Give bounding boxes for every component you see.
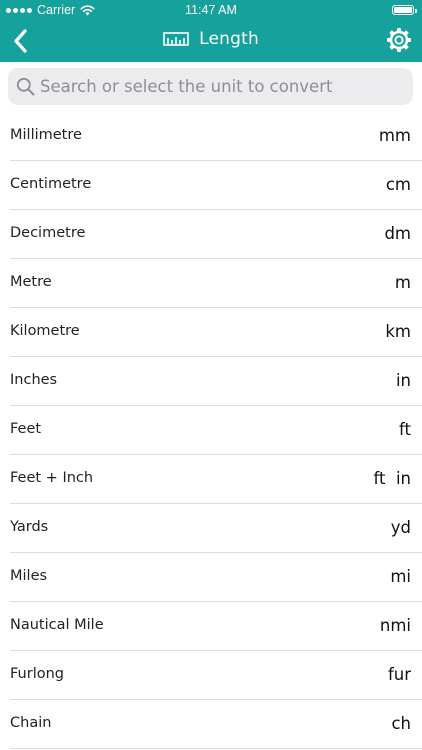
search-icon [16, 77, 35, 96]
unit-symbol: ft [399, 420, 411, 439]
status-bar: Carrier 11:47 AM [0, 0, 422, 20]
unit-name: Miles [10, 568, 48, 584]
unit-symbol: fur [387, 665, 411, 684]
unit-row[interactable]: Centimetre cm [0, 161, 422, 210]
gear-icon [387, 28, 411, 52]
unit-symbol: in [395, 371, 411, 390]
unit-name: Furlong [10, 666, 64, 682]
unit-name: Kilometre [10, 323, 80, 339]
unit-name: Millimetre [10, 127, 82, 143]
status-time: 11:47 AM [185, 3, 237, 17]
page-title: Length [199, 29, 259, 49]
unit-row[interactable]: Furlong fur [0, 651, 422, 700]
unit-symbol: m [394, 273, 411, 292]
unit-name: Nautical Mile [10, 617, 104, 633]
battery-level [394, 7, 412, 13]
unit-name: Centimetre [10, 176, 92, 192]
unit-name: Yards [10, 519, 49, 535]
unit-row[interactable]: Metre m [0, 259, 422, 308]
unit-symbol: mi [390, 567, 411, 586]
unit-row[interactable]: Feet + Inch ft in [0, 455, 422, 504]
unit-name: Feet [10, 421, 42, 437]
unit-row[interactable]: Kilometre km [0, 308, 422, 357]
nav-title: Length [0, 29, 422, 49]
settings-button[interactable] [386, 27, 412, 53]
unit-symbol: ft in [373, 469, 411, 488]
unit-symbol: yd [390, 518, 411, 537]
unit-row[interactable]: Miles mi [0, 553, 422, 602]
unit-row[interactable]: Nautical Mile nmi [0, 602, 422, 651]
unit-row[interactable]: Chain ch [0, 700, 422, 749]
unit-name: Decimetre [10, 225, 86, 241]
unit-row[interactable]: Inches in [0, 357, 422, 406]
unit-symbol: mm [378, 126, 411, 145]
unit-name: Feet + Inch [10, 470, 94, 486]
ruler-icon [163, 32, 189, 46]
nav-header: Carrier 11:47 AM Length [0, 0, 422, 62]
search-bar[interactable] [8, 68, 413, 105]
unit-symbol: dm [384, 224, 411, 243]
unit-symbol: nmi [379, 616, 411, 635]
battery-icon [392, 5, 417, 15]
unit-row[interactable]: Decimetre dm [0, 210, 422, 259]
search-input[interactable] [40, 68, 405, 105]
unit-list: Millimetre mm Centimetre cm Decimetre dm Metre… [0, 112, 422, 749]
unit-name: Chain [10, 715, 52, 731]
unit-symbol: ch [391, 714, 411, 733]
unit-row[interactable]: Millimetre mm [0, 112, 422, 161]
unit-row[interactable]: Yards yd [0, 504, 422, 553]
unit-row[interactable]: Feet ft [0, 406, 422, 455]
unit-symbol: cm [385, 175, 411, 194]
unit-name: Metre [10, 274, 52, 290]
unit-name: Inches [10, 372, 58, 388]
unit-symbol: km [385, 322, 411, 341]
